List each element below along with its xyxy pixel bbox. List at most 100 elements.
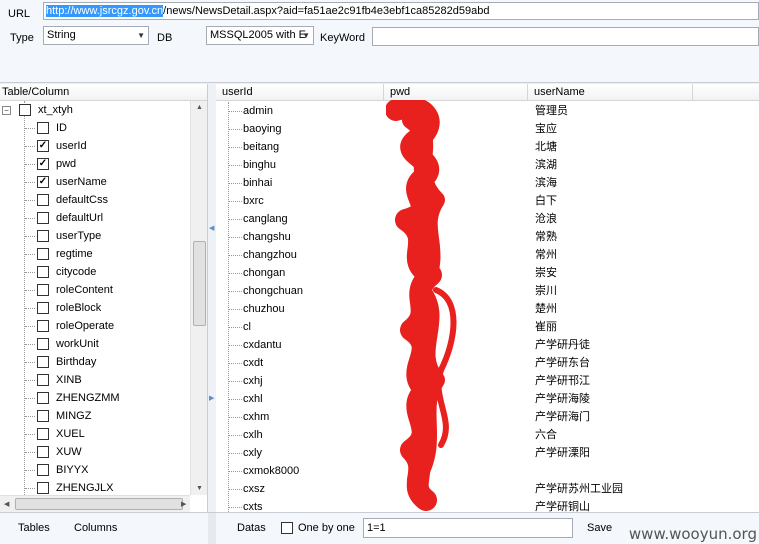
cell-userid: bxrc: [243, 195, 264, 207]
tree-column-node[interactable]: Birthday: [0, 353, 207, 371]
tree-column-node[interactable]: ZHENGZMM: [0, 389, 207, 407]
column-checkbox[interactable]: [37, 464, 49, 476]
keyword-input[interactable]: [372, 27, 759, 46]
save-button[interactable]: Save: [587, 522, 612, 534]
tree-column-node[interactable]: roleBlock: [0, 299, 207, 317]
table-checkbox[interactable]: [19, 104, 31, 116]
bottom-splitter: [208, 513, 216, 544]
column-checkbox[interactable]: [37, 338, 49, 350]
table-row[interactable]: cxhm 产学研海门: [216, 408, 759, 426]
tree-column-node[interactable]: ✓ userId: [0, 137, 207, 155]
tree-column-node[interactable]: XUW: [0, 443, 207, 461]
table-row[interactable]: changzhou 常州: [216, 246, 759, 264]
table-row[interactable]: cxdt 产学研东台: [216, 354, 759, 372]
tree-table-node[interactable]: − xt_xtyh: [0, 101, 207, 119]
collapse-icon[interactable]: −: [2, 106, 11, 115]
column-checkbox[interactable]: [37, 410, 49, 422]
cell-userid: chongchuan: [243, 285, 303, 297]
column-checkbox[interactable]: [37, 248, 49, 260]
column-checkbox[interactable]: [37, 482, 49, 494]
tree-column-node[interactable]: userType: [0, 227, 207, 245]
table-row[interactable]: cxhl 产学研海陵: [216, 390, 759, 408]
grid-header-username[interactable]: userName: [528, 84, 693, 101]
datas-button[interactable]: Datas: [237, 522, 266, 534]
tree-column-node[interactable]: defaultUrl: [0, 209, 207, 227]
type-select[interactable]: String ▼: [43, 26, 149, 45]
collapse-left-icon[interactable]: ◀: [209, 224, 214, 232]
table-row[interactable]: admin 管理员: [216, 102, 759, 120]
tree-column-node[interactable]: roleOperate: [0, 317, 207, 335]
scroll-down-icon[interactable]: ▼: [196, 485, 203, 492]
tree-column-node[interactable]: MINGZ: [0, 407, 207, 425]
tree-horizontal-scrollbar[interactable]: ◀ ▶: [0, 495, 190, 512]
table-row[interactable]: chongan 崇安: [216, 264, 759, 282]
column-checkbox[interactable]: [37, 320, 49, 332]
grid-header-pwd[interactable]: pwd: [384, 84, 528, 101]
db-select[interactable]: MSSQL2005 with E ▼: [206, 26, 314, 45]
column-checkbox[interactable]: [37, 194, 49, 206]
one-by-one-checkbox[interactable]: [281, 522, 293, 534]
expand-right-icon[interactable]: ▶: [209, 394, 214, 402]
table-row[interactable]: chuzhou 楚州: [216, 300, 759, 318]
table-row[interactable]: cxmok8000: [216, 462, 759, 480]
column-checkbox[interactable]: [37, 230, 49, 242]
table-row[interactable]: bxrc 白下: [216, 192, 759, 210]
cell-userid: cxhj: [243, 375, 263, 387]
column-checkbox[interactable]: [37, 446, 49, 458]
panel-splitter[interactable]: ◀ ▶: [208, 84, 216, 512]
column-checkbox[interactable]: ✓: [37, 176, 49, 188]
column-checkbox[interactable]: [37, 356, 49, 368]
row-connector: [228, 255, 242, 256]
tree-vertical-scrollbar[interactable]: ▲ ▼: [190, 101, 207, 495]
column-checkbox[interactable]: [37, 392, 49, 404]
grid-header-userid[interactable]: userId: [216, 84, 384, 101]
tree-column-node[interactable]: citycode: [0, 263, 207, 281]
tables-button[interactable]: Tables: [18, 522, 50, 534]
column-checkbox[interactable]: [37, 374, 49, 386]
scroll-left-icon[interactable]: ◀: [4, 500, 9, 508]
table-row[interactable]: beitang 北塘: [216, 138, 759, 156]
tree-column-node[interactable]: roleContent: [0, 281, 207, 299]
table-row[interactable]: cl 崔丽: [216, 318, 759, 336]
table-row[interactable]: binhai 滨海: [216, 174, 759, 192]
column-checkbox[interactable]: [37, 428, 49, 440]
tree-column-node[interactable]: workUnit: [0, 335, 207, 353]
cell-userid: chongan: [243, 267, 286, 279]
table-row[interactable]: cxts 产学研铜山: [216, 498, 759, 512]
column-checkbox[interactable]: [37, 122, 49, 134]
column-checkbox[interactable]: ✓: [37, 140, 49, 152]
row-connector: [228, 129, 242, 130]
tree-column-node[interactable]: XUEL: [0, 425, 207, 443]
tree-column-node[interactable]: defaultCss: [0, 191, 207, 209]
scrollbar-thumb[interactable]: [193, 241, 206, 326]
tree-column-node[interactable]: regtime: [0, 245, 207, 263]
column-checkbox[interactable]: [37, 212, 49, 224]
tree-column-node[interactable]: ✓ userName: [0, 173, 207, 191]
column-checkbox[interactable]: [37, 302, 49, 314]
table-row[interactable]: chongchuan 崇川: [216, 282, 759, 300]
condition-input[interactable]: 1=1: [363, 518, 573, 538]
column-checkbox[interactable]: [37, 266, 49, 278]
column-checkbox[interactable]: ✓: [37, 158, 49, 170]
table-row[interactable]: baoying 宝应: [216, 120, 759, 138]
column-checkbox[interactable]: [37, 284, 49, 296]
table-row[interactable]: canglang 沧浪: [216, 210, 759, 228]
cell-userid: admin: [243, 105, 273, 117]
scroll-right-icon[interactable]: ▶: [181, 500, 186, 508]
tree-column-node[interactable]: ✓ pwd: [0, 155, 207, 173]
tree-column-node[interactable]: XINB: [0, 371, 207, 389]
url-input[interactable]: http://www.jsrcgz.gov.cn/news/NewsDetail…: [43, 2, 759, 20]
table-row[interactable]: cxlh 六合: [216, 426, 759, 444]
table-row[interactable]: changshu 常熟: [216, 228, 759, 246]
table-row[interactable]: cxdantu 产学研丹徒: [216, 336, 759, 354]
cell-username: 产学研溧阳: [535, 447, 590, 459]
table-row[interactable]: cxly 产学研溧阳: [216, 444, 759, 462]
columns-button[interactable]: Columns: [74, 522, 117, 534]
table-row[interactable]: binghu 滨湖: [216, 156, 759, 174]
table-row[interactable]: cxsz 产学研苏州工业园: [216, 480, 759, 498]
table-row[interactable]: cxhj 产学研邗江: [216, 372, 759, 390]
scroll-up-icon[interactable]: ▲: [196, 104, 203, 111]
scrollbar-thumb[interactable]: [15, 498, 183, 510]
tree-column-node[interactable]: ID: [0, 119, 207, 137]
tree-column-node[interactable]: BIYYX: [0, 461, 207, 479]
